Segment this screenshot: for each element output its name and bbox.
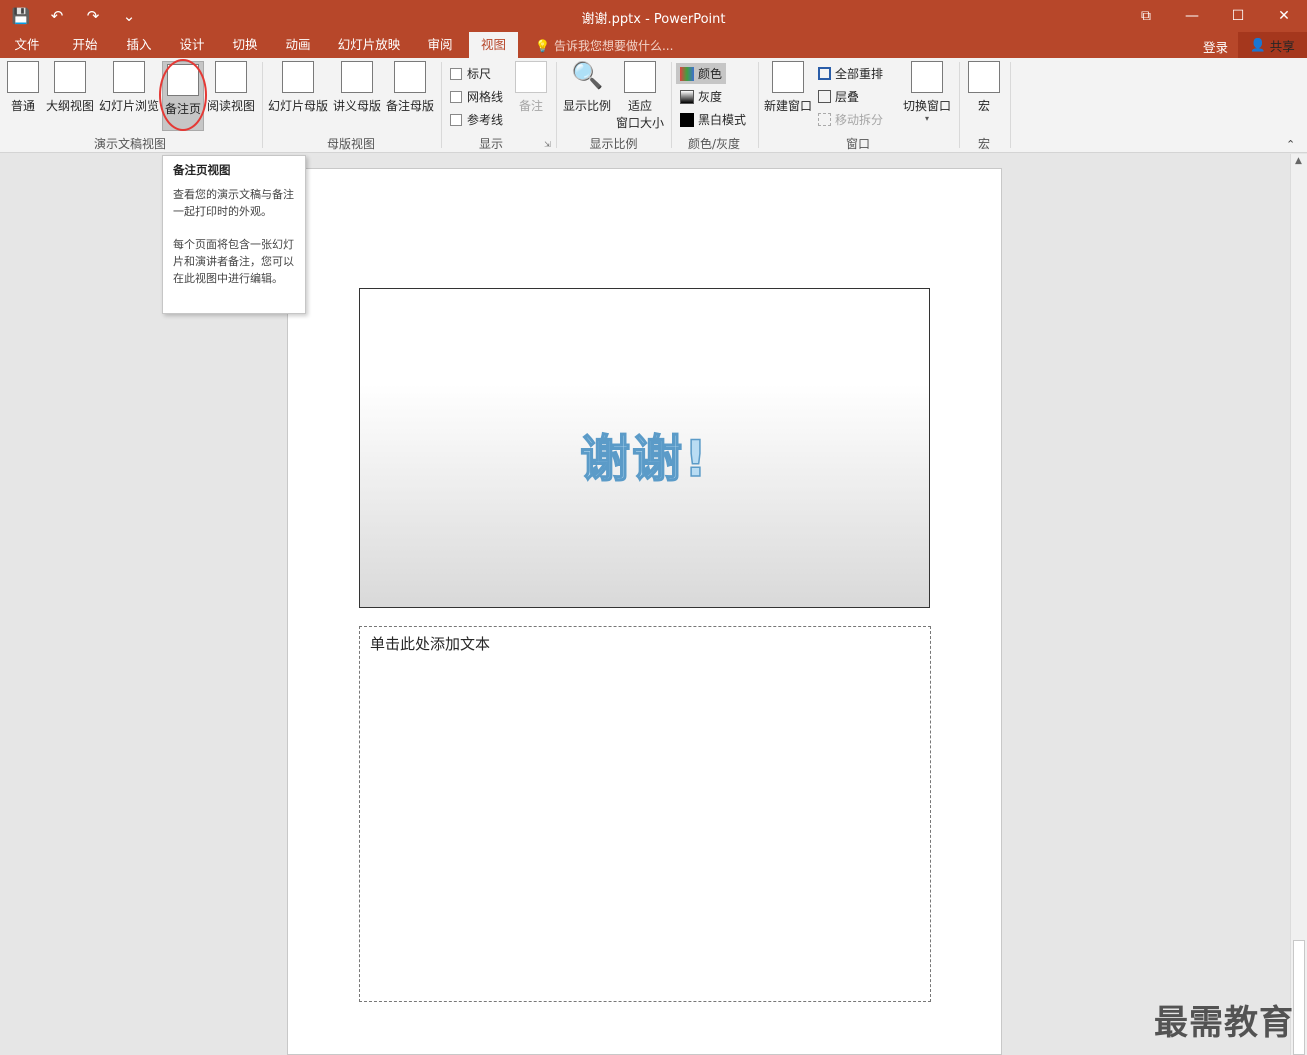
tooltip-paragraph-2: 每个页面将包含一张幻灯片和演讲者备注，您可以在此视图中进行编辑。 bbox=[173, 238, 294, 285]
cascade-button[interactable]: 层叠 bbox=[818, 88, 859, 105]
share-label: 共享 bbox=[1269, 38, 1295, 54]
color-swatch-icon bbox=[680, 66, 694, 81]
notes-master-icon bbox=[394, 61, 426, 93]
tab-review[interactable]: 审阅 bbox=[417, 32, 463, 58]
gridlines-checkbox[interactable]: 网格线 bbox=[450, 88, 503, 105]
macro-icon bbox=[968, 61, 1000, 93]
normal-view-button[interactable]: 普通 bbox=[4, 61, 42, 114]
group-label-zoom: 显示比例 bbox=[589, 137, 638, 151]
fit-to-window-button[interactable]: 适应 窗口大小 bbox=[614, 61, 666, 131]
cascade-icon bbox=[818, 90, 831, 103]
slide-sorter-button[interactable]: 幻灯片浏览 bbox=[99, 61, 159, 114]
ruler-checkbox[interactable]: 标尺 bbox=[450, 65, 491, 82]
handout-master-button[interactable]: 讲义母版 bbox=[332, 61, 382, 114]
notes-placeholder-text: 单击此处添加文本 bbox=[370, 635, 491, 653]
group-label-views: 演示文稿视图 bbox=[93, 137, 166, 151]
tell-me-text: 告诉我您想要做什么... bbox=[553, 39, 674, 53]
reading-view-icon bbox=[215, 61, 247, 93]
slide-sorter-icon bbox=[113, 61, 145, 93]
tab-insert[interactable]: 插入 bbox=[116, 32, 162, 58]
macros-button[interactable]: 宏 bbox=[964, 61, 1004, 114]
maximize-button[interactable]: ☐ bbox=[1215, 0, 1261, 32]
group-label-master: 母版视图 bbox=[326, 137, 375, 151]
arrange-all-button[interactable]: 全部重排 bbox=[818, 65, 883, 82]
tab-file[interactable]: 文件 bbox=[4, 32, 50, 58]
collapse-ribbon-icon[interactable]: ⌃ bbox=[1286, 138, 1295, 151]
notes-icon bbox=[515, 61, 547, 93]
outline-view-icon bbox=[54, 61, 86, 93]
notes-button[interactable]: 备注 bbox=[513, 61, 549, 114]
notes-placeholder-box[interactable]: 单击此处添加文本 bbox=[359, 626, 931, 1002]
move-split-icon bbox=[818, 113, 831, 126]
normal-view-icon bbox=[7, 61, 39, 93]
share-button[interactable]: 👤 共享 bbox=[1238, 32, 1307, 58]
dialog-launcher-icon[interactable]: ⇲ bbox=[544, 140, 551, 149]
tab-view[interactable]: 视图 bbox=[469, 32, 518, 58]
scrollbar-thumb[interactable] bbox=[1293, 940, 1305, 1055]
tooltip-title: 备注页视图 bbox=[173, 163, 231, 177]
tab-design[interactable]: 设计 bbox=[169, 32, 215, 58]
slide-master-button[interactable]: 幻灯片母版 bbox=[268, 61, 328, 114]
move-split-button[interactable]: 移动拆分 bbox=[818, 111, 883, 128]
slide-title: 谢谢! bbox=[579, 429, 709, 489]
close-button[interactable]: ✕ bbox=[1261, 0, 1307, 32]
guides-checkbox[interactable]: 参考线 bbox=[450, 111, 503, 128]
new-window-icon bbox=[772, 61, 804, 93]
black-white-swatch-icon bbox=[680, 112, 694, 127]
switch-windows-button[interactable]: 切换窗口 ▾ bbox=[900, 61, 954, 123]
group-separator bbox=[1010, 62, 1011, 148]
fit-window-icon bbox=[624, 61, 656, 93]
tab-slideshow[interactable]: 幻灯片放映 bbox=[333, 32, 405, 58]
watermark: 最需教育 bbox=[1154, 1003, 1294, 1043]
ribbon-tabs: 文件 开始 插入 设计 切换 动画 幻灯片放映 审阅 视图 💡 告诉我您想要做什… bbox=[0, 32, 1307, 58]
lightbulb-icon: 💡 bbox=[535, 38, 550, 53]
zoom-button[interactable]: 🔍 显示比例 bbox=[561, 61, 613, 114]
grayscale-button[interactable]: 灰度 bbox=[680, 88, 722, 105]
chevron-down-icon: ▾ bbox=[924, 114, 929, 123]
notes-master-button[interactable]: 备注母版 bbox=[385, 61, 435, 114]
group-label-macro: 宏 bbox=[977, 137, 990, 151]
color-button[interactable]: 颜色 bbox=[676, 63, 727, 84]
vertical-scrollbar[interactable]: ▲ bbox=[1290, 154, 1307, 1055]
window-title: 谢谢.pptx - PowerPoint bbox=[581, 12, 726, 27]
group-label-color: 颜色/灰度 bbox=[687, 137, 741, 151]
switch-windows-icon bbox=[911, 61, 943, 93]
magnifier-icon: 🔍 bbox=[571, 61, 604, 91]
outline-view-button[interactable]: 大纲视图 bbox=[44, 61, 96, 114]
login-link[interactable]: 登录 bbox=[1203, 37, 1228, 56]
title-bar: 💾 ↶ ↷ ⌄ 谢谢.pptx - PowerPoint ⧉ — ☐ ✕ bbox=[0, 0, 1307, 32]
tab-transitions[interactable]: 切换 bbox=[222, 32, 268, 58]
tab-home[interactable]: 开始 bbox=[62, 32, 108, 58]
arrange-all-icon bbox=[818, 67, 831, 80]
slide-master-icon bbox=[282, 61, 314, 93]
highlight-circle bbox=[159, 59, 207, 131]
ribbon-display-options-icon[interactable]: ⧉ bbox=[1123, 0, 1169, 32]
group-label-window: 窗口 bbox=[845, 137, 870, 151]
tooltip-paragraph-1: 查看您的演示文稿与备注一起打印时的外观。 bbox=[173, 188, 294, 218]
scroll-up-icon[interactable]: ▲ bbox=[1295, 156, 1302, 166]
person-icon: 👤 bbox=[1250, 37, 1266, 52]
minimize-button[interactable]: — bbox=[1169, 0, 1215, 32]
tooltip: 备注页视图 查看您的演示文稿与备注一起打印时的外观。 每个页面将包含一张幻灯片和… bbox=[162, 155, 306, 314]
tab-animations[interactable]: 动画 bbox=[275, 32, 321, 58]
tell-me-box[interactable]: 💡 告诉我您想要做什么... bbox=[535, 37, 673, 54]
slide-thumbnail[interactable]: 谢谢! bbox=[359, 288, 930, 608]
grayscale-swatch-icon bbox=[680, 89, 694, 104]
new-window-button[interactable]: 新建窗口 bbox=[762, 61, 814, 114]
window-controls: ⧉ — ☐ ✕ bbox=[1123, 0, 1307, 32]
group-label-show: 显示 bbox=[478, 137, 503, 151]
reading-view-button[interactable]: 阅读视图 bbox=[206, 61, 256, 114]
handout-master-icon bbox=[341, 61, 373, 93]
black-white-button[interactable]: 黑白模式 bbox=[680, 111, 746, 128]
